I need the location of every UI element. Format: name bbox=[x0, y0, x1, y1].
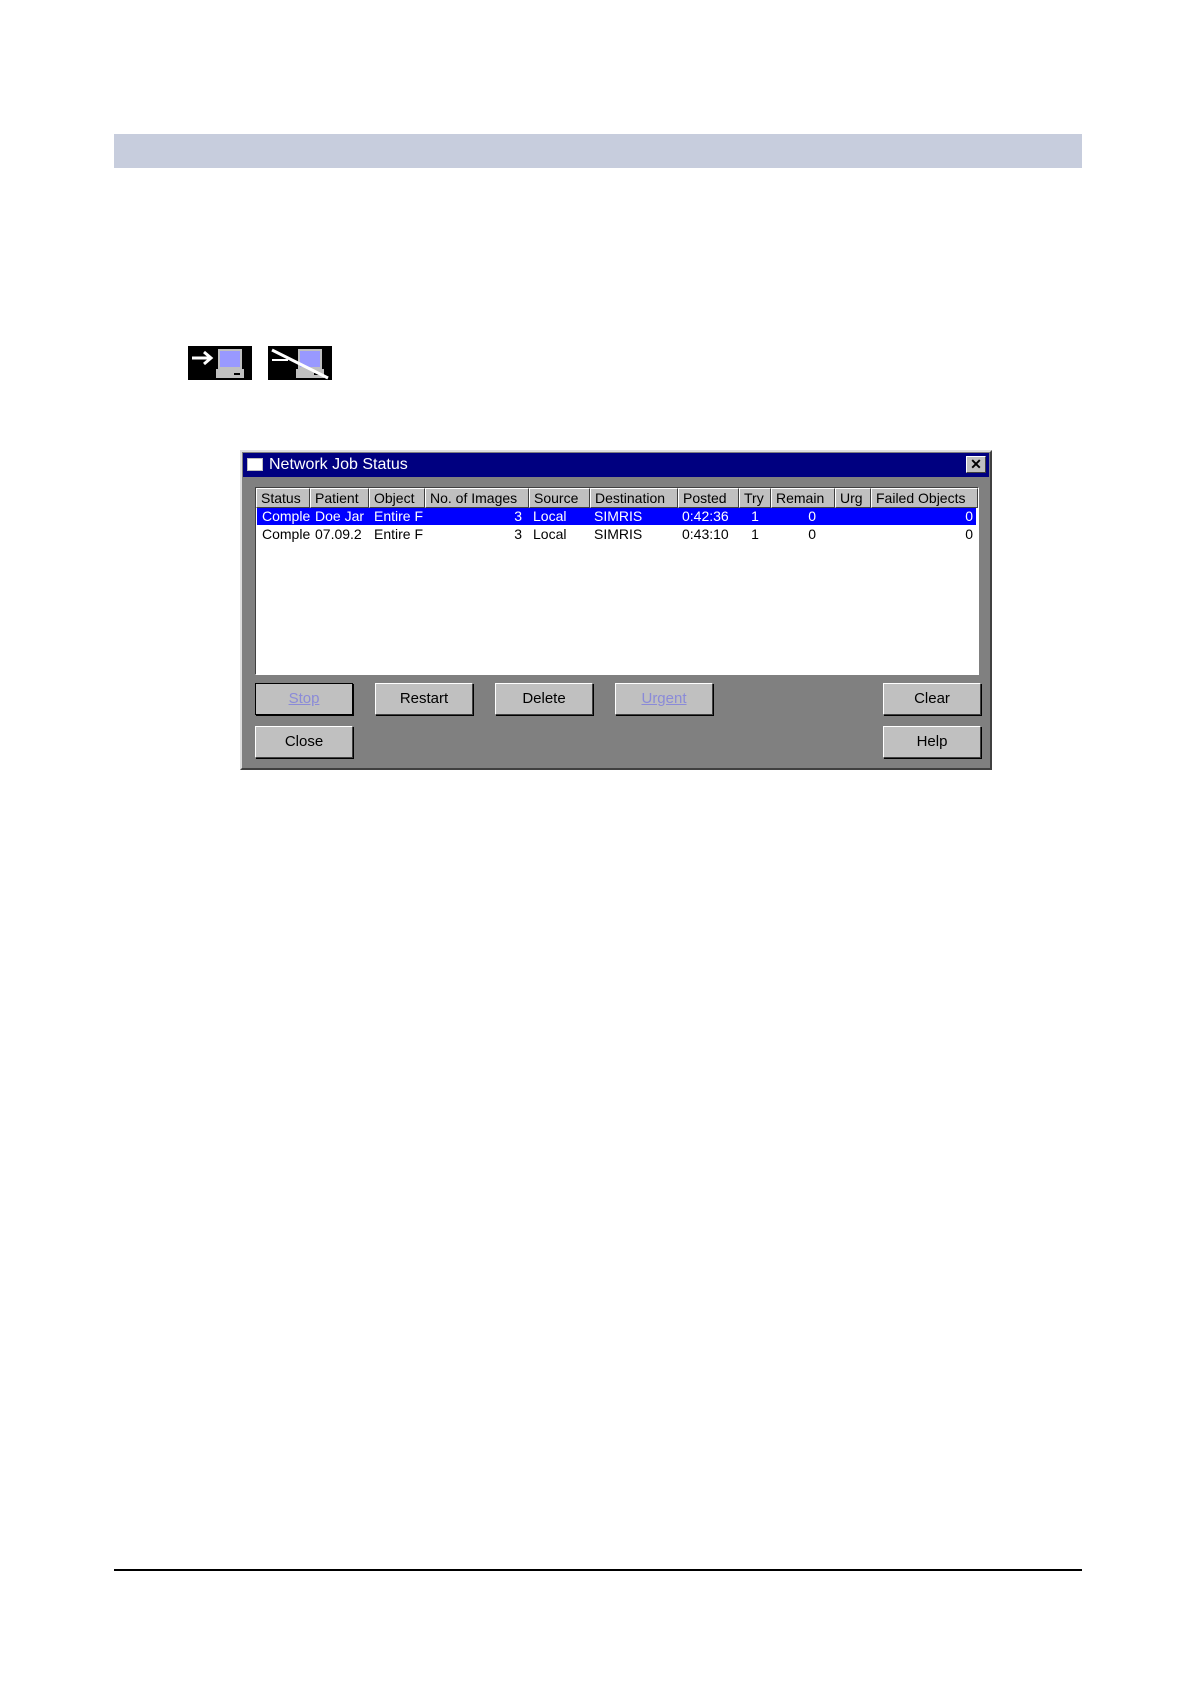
cell-destination: SIMRIS bbox=[594, 526, 643, 542]
cell-object: Entire F bbox=[374, 526, 424, 542]
footer-rule bbox=[114, 1569, 1082, 1571]
network-job-status-dialog: Network Job Status ✕ Status Patient Obje… bbox=[240, 450, 992, 770]
cell-remain: 0 bbox=[808, 526, 816, 542]
window-icon bbox=[247, 458, 263, 471]
cell-remain: 0 bbox=[808, 508, 816, 524]
table-row[interactable]: Comple 07.09.2 Entire F 3 Local SIMRIS 0… bbox=[257, 526, 976, 543]
cell-source: Local bbox=[533, 526, 567, 542]
column-header-remain[interactable]: Remain bbox=[771, 488, 835, 508]
cell-status: Comple bbox=[262, 526, 311, 542]
job-list[interactable]: Status Patient Object No. of Images Sour… bbox=[255, 487, 979, 675]
help-button[interactable]: Help bbox=[883, 726, 981, 758]
cell-try: 1 bbox=[751, 508, 759, 524]
column-header-failed-objects[interactable]: Failed Objects bbox=[871, 488, 978, 508]
list-header: Status Patient Object No. of Images Sour… bbox=[256, 488, 978, 508]
close-button[interactable]: Close bbox=[255, 726, 353, 758]
column-header-source[interactable]: Source bbox=[529, 488, 590, 508]
column-header-try[interactable]: Try bbox=[739, 488, 771, 508]
cell-posted: 0:43:10 bbox=[682, 526, 729, 542]
dialog-title: Network Job Status bbox=[269, 456, 408, 473]
cell-urg bbox=[836, 526, 872, 543]
urgent-button[interactable]: Urgent bbox=[615, 683, 713, 715]
cell-source: Local bbox=[533, 508, 567, 524]
column-header-status[interactable]: Status bbox=[256, 488, 310, 508]
cell-patient: 07.09.2 bbox=[315, 526, 362, 542]
restart-button[interactable]: Restart bbox=[375, 683, 473, 715]
column-header-patient[interactable]: Patient bbox=[310, 488, 369, 508]
cell-images: 3 bbox=[514, 526, 522, 542]
cell-failed: 0 bbox=[965, 508, 973, 524]
cell-urg bbox=[836, 508, 872, 525]
cell-failed: 0 bbox=[965, 526, 973, 542]
delete-button[interactable]: Delete bbox=[495, 683, 593, 715]
page-header-band bbox=[114, 134, 1082, 168]
cell-images: 3 bbox=[514, 508, 522, 524]
title-bar[interactable]: Network Job Status ✕ bbox=[243, 453, 989, 477]
column-header-images[interactable]: No. of Images bbox=[425, 488, 529, 508]
column-header-destination[interactable]: Destination bbox=[590, 488, 678, 508]
cell-patient: Doe Jar bbox=[315, 508, 365, 524]
cell-status: Comple bbox=[262, 508, 311, 524]
cell-try: 1 bbox=[751, 526, 759, 542]
network-disconnected-icon bbox=[268, 346, 332, 380]
column-header-object[interactable]: Object bbox=[369, 488, 425, 508]
column-header-urg[interactable]: Urg bbox=[835, 488, 871, 508]
close-icon[interactable]: ✕ bbox=[966, 456, 986, 473]
cell-object: Entire F bbox=[374, 508, 424, 524]
table-row[interactable]: Comple Doe Jar Entire F 3 Local SIMRIS 0… bbox=[257, 508, 976, 525]
network-send-icon bbox=[188, 346, 252, 380]
clear-button[interactable]: Clear bbox=[883, 683, 981, 715]
column-header-posted[interactable]: Posted bbox=[678, 488, 739, 508]
stop-button[interactable]: Stop bbox=[255, 683, 353, 715]
cell-posted: 0:42:36 bbox=[682, 508, 729, 524]
cell-destination: SIMRIS bbox=[594, 508, 643, 524]
